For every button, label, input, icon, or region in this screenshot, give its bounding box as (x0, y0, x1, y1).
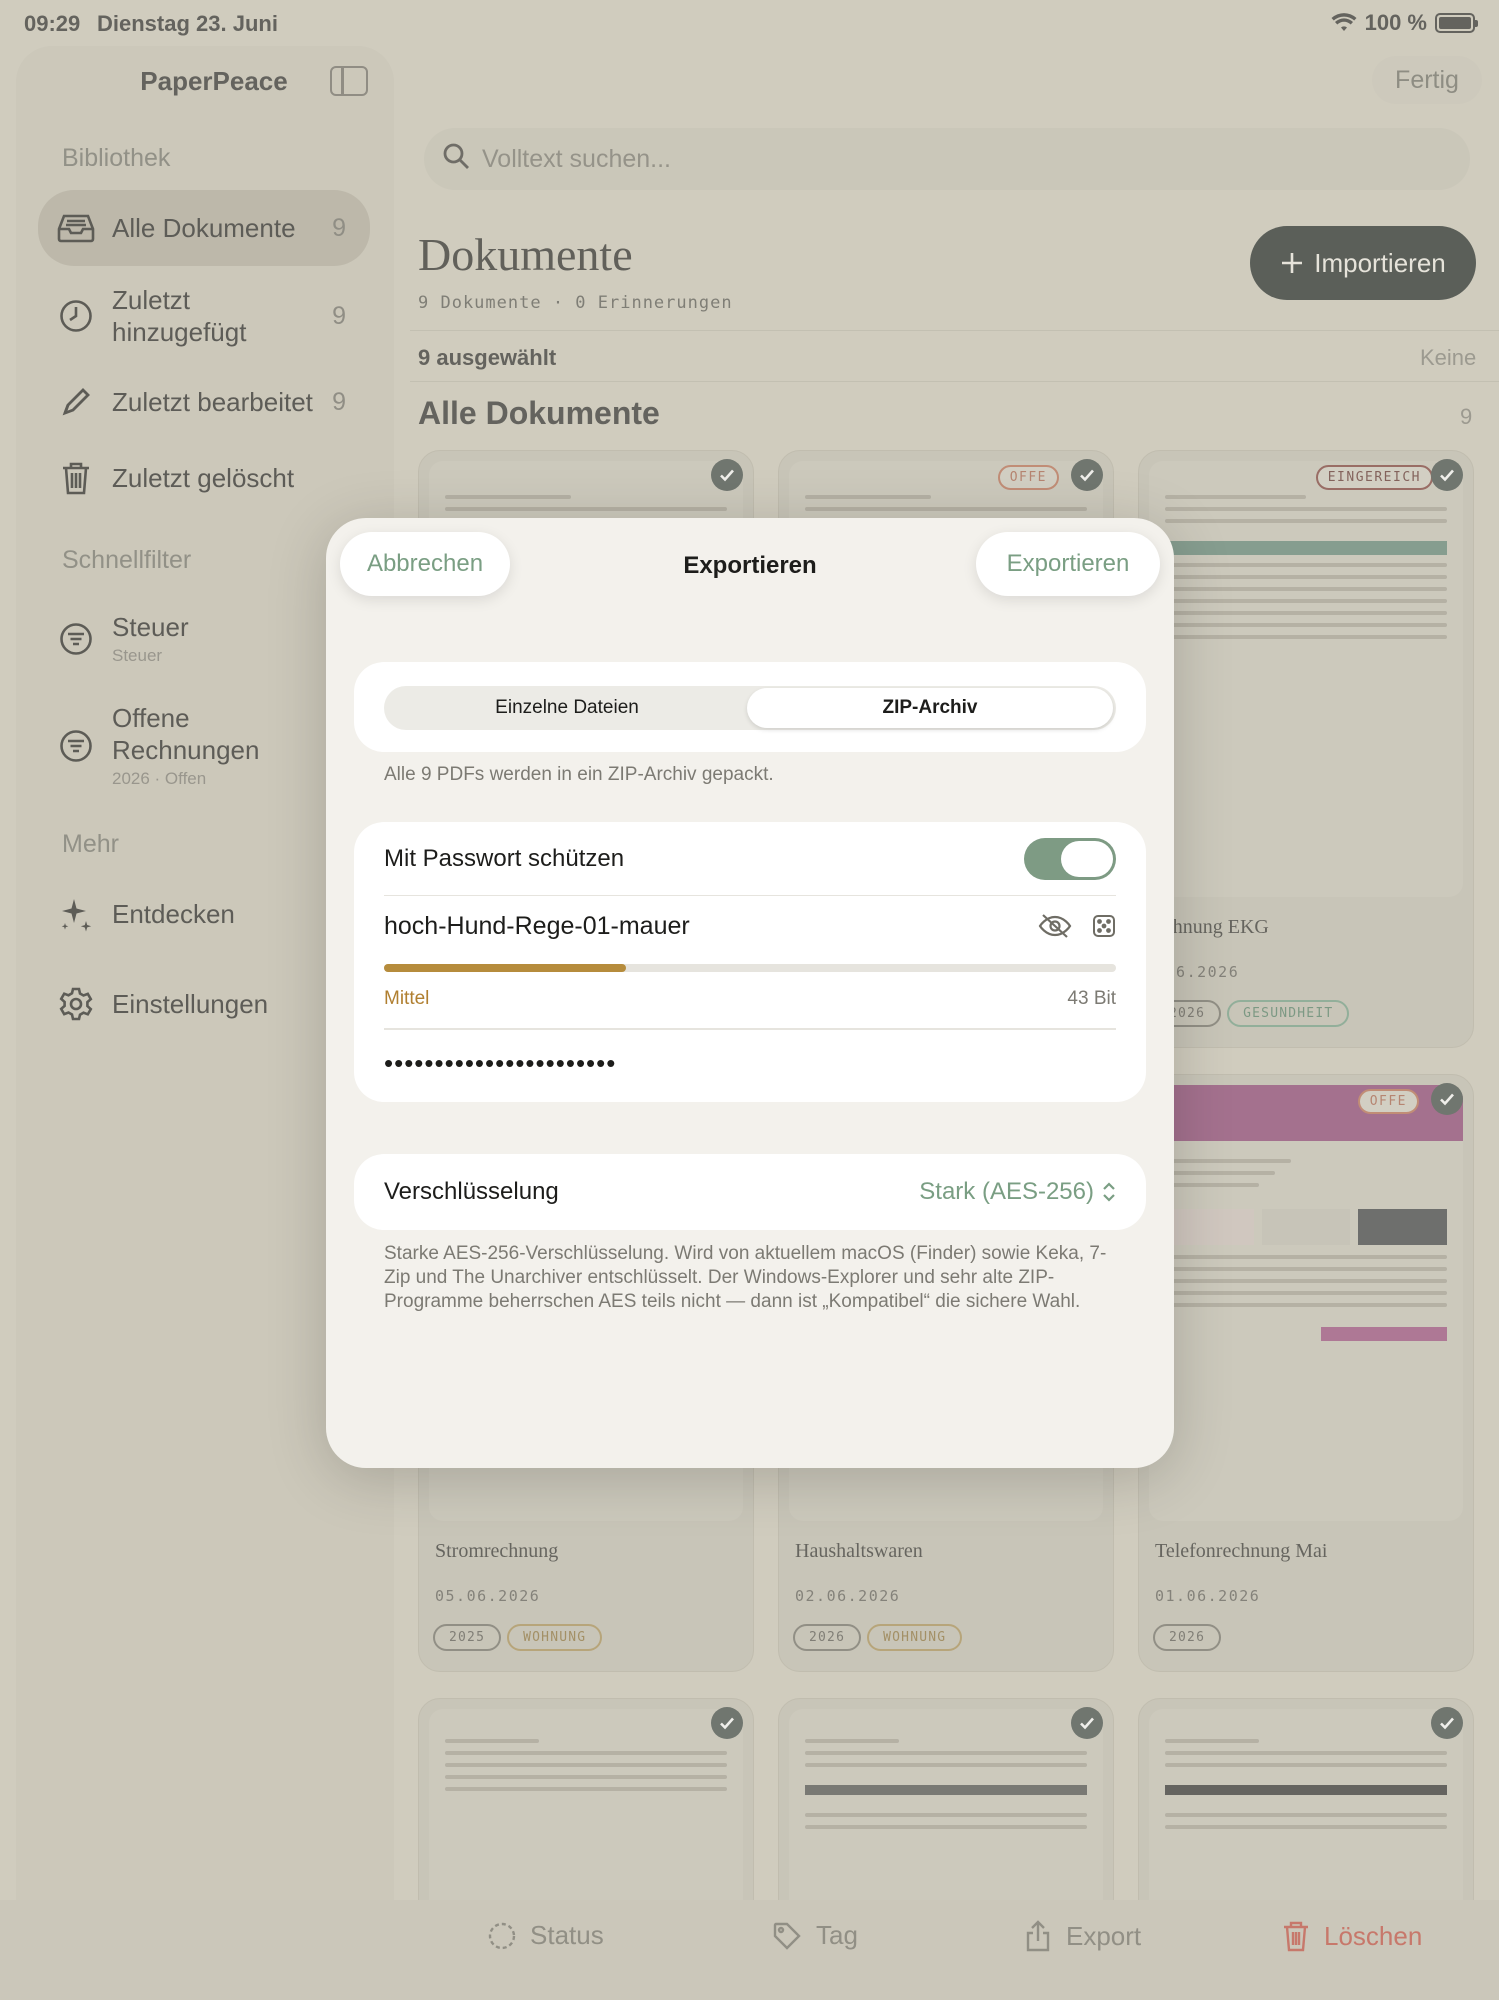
password-row: hoch-Hund-Rege-01-mauer (384, 896, 1116, 956)
eye-slash-icon[interactable] (1038, 913, 1072, 939)
dice-icon[interactable] (1092, 914, 1116, 938)
encryption-label: Verschlüsselung (384, 1178, 559, 1205)
password-strength-bits: 43 Bit (1067, 988, 1116, 1009)
password-toggle-label: Mit Passwort schützen (384, 844, 625, 872)
encryption-row[interactable]: Verschlüsselung Stark (AES-256) (384, 1154, 1116, 1230)
password-toggle-row: Mit Passwort schützen (384, 822, 1116, 896)
password-actions (1038, 913, 1116, 939)
encryption-value: Stark (AES-256) (919, 1178, 1094, 1205)
format-group: Einzelne Dateien ZIP-Archiv (354, 662, 1146, 752)
export-confirm-button[interactable]: Exportieren (976, 532, 1160, 596)
export-sheet: Abbrechen Exportieren Exportieren Einzel… (326, 518, 1174, 1468)
password-confirm-field[interactable]: ••••••••••••••••••••••• (384, 1048, 616, 1079)
password-field[interactable]: hoch-Hund-Rege-01-mauer (384, 912, 690, 941)
segment-single-files[interactable]: Einzelne Dateien (384, 686, 750, 730)
password-strength-label: Mittel (384, 988, 430, 1009)
password-toggle-switch[interactable] (1024, 837, 1116, 880)
format-caption: Alle 9 PDFs werden in ein ZIP-Archiv gep… (384, 764, 774, 785)
password-group: Mit Passwort schützen hoch-Hund-Rege-01-… (354, 822, 1146, 1102)
chevron-up-down-icon (1103, 1182, 1115, 1202)
encryption-group: Verschlüsselung Stark (AES-256) (354, 1154, 1146, 1230)
divider (384, 1028, 1116, 1030)
encryption-picker[interactable]: Stark (AES-256) (919, 1178, 1116, 1206)
encryption-description: Starke AES-256-Verschlüsselung. Wird von… (384, 1243, 1107, 1312)
segment-zip-archive[interactable]: ZIP-Archiv (747, 688, 1113, 728)
format-segmented-control: Einzelne Dateien ZIP-Archiv (384, 686, 1116, 730)
password-strength-bar (384, 964, 1116, 972)
